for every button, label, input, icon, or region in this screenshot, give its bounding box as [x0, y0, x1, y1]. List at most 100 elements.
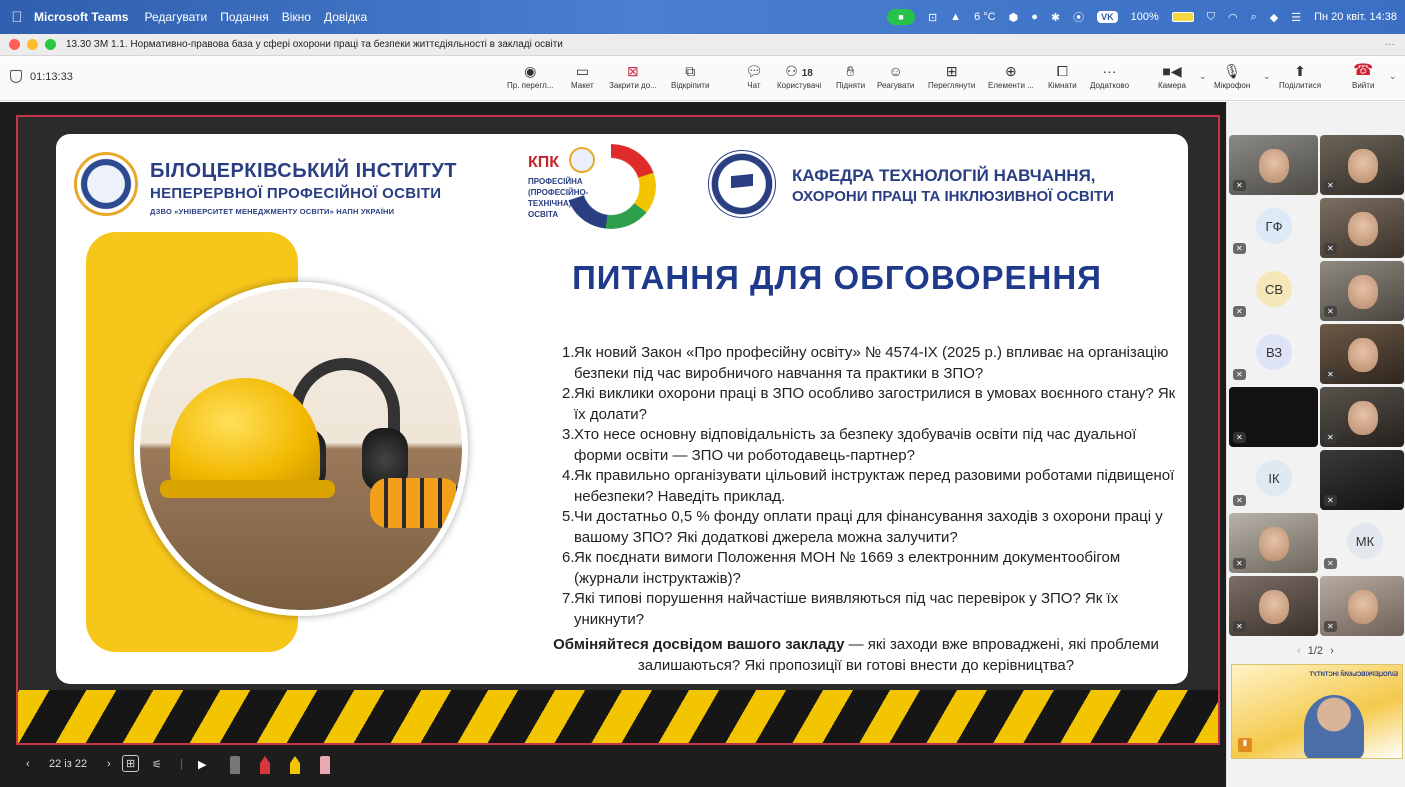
preview-button[interactable]: ◉ Пр. перегл... — [507, 61, 553, 90]
avatar: СВ — [1256, 271, 1292, 307]
close-window-button[interactable] — [9, 39, 20, 50]
weather-icon[interactable]: ▲ — [950, 11, 961, 23]
red-pen-tool-icon[interactable] — [260, 756, 270, 774]
menu-edit[interactable]: Редагувати — [144, 10, 207, 24]
people-count: 18 — [801, 68, 813, 79]
elements-button[interactable]: ⊕ Елементи ... — [988, 61, 1034, 90]
participant-initials-tile[interactable]: ВЗ ✕ — [1229, 324, 1318, 384]
people-icon: ⚇ 18 — [785, 63, 813, 79]
camera-active-icon[interactable]: ■ — [886, 9, 915, 25]
apple-icon[interactable]:  — [0, 9, 34, 26]
slide-counter: 22 із 22 — [49, 758, 88, 770]
popout-icon: ⧉ — [685, 63, 696, 79]
participant-video-tile[interactable]: ✕ — [1229, 513, 1318, 573]
bluetooth-icon[interactable]: ✱ — [1051, 11, 1060, 24]
timer-value: 01:13:33 — [30, 70, 73, 83]
gallery-next-icon[interactable]: › — [1330, 645, 1334, 657]
vpn-icon[interactable]: ⬢ — [1009, 11, 1019, 24]
mirrored-background-text: БІЛОЦЕРКІВСЬКИЙ ІНСТИТУТ — [1309, 672, 1399, 678]
participant-face — [1348, 275, 1378, 309]
gallery-prev-icon[interactable]: ‹ — [1297, 645, 1301, 657]
smiley-icon: ☺ — [888, 63, 903, 79]
question-item: 5. Чи достатньо 0,5 % фонду оплати праці … — [562, 508, 1163, 546]
rooms-button[interactable]: ⧠ Кімнати — [1048, 61, 1077, 90]
mic-muted-icon: ✕ — [1324, 306, 1337, 317]
popout-button[interactable]: ⧉ Відкріпити — [671, 61, 709, 90]
participant-face — [1348, 338, 1378, 372]
participant-initials-tile[interactable]: СВ ✕ — [1229, 261, 1318, 321]
camera-options-chevron-icon[interactable]: ⌄ — [1199, 71, 1207, 82]
question-item: 1. Як новий Закон «Про професійну освіту»… — [562, 344, 1169, 382]
notification-icon[interactable]: ◆ — [1270, 11, 1278, 24]
screen-capture-icon[interactable]: ⊡ — [928, 11, 937, 24]
menu-window[interactable]: Вікно — [282, 10, 311, 24]
more-button[interactable]: ··· Додатково — [1090, 61, 1129, 90]
spotlight-icon[interactable]: ⌕ — [1251, 11, 1257, 24]
self-view-tile[interactable]: БІЛОЦЕРКІВСЬКИЙ ІНСТИТУТ ▮ — [1231, 664, 1403, 759]
ellipsis-icon: ··· — [1102, 63, 1117, 79]
view-button[interactable]: ⊞ Переглянути — [928, 61, 975, 90]
clock[interactable]: Пн 20 квіт. 14:38 — [1314, 11, 1397, 23]
participant-video-tile[interactable]: ✕ — [1229, 135, 1318, 195]
microphone-button[interactable]: 🎙︎ Мікрофон — [1214, 61, 1250, 90]
divider: | — [180, 758, 183, 770]
mic-muted-icon: ✕ — [1233, 495, 1246, 506]
presenter-bar: ‹ 22 із 22 › ⊞ ⚟ | ▶ — [0, 745, 1226, 787]
grid-view-icon[interactable]: ⊞ — [122, 755, 140, 772]
participant-video-tile[interactable]: ✕ — [1320, 324, 1404, 384]
participant-face — [1348, 590, 1378, 624]
participant-video-tile[interactable]: ✕ — [1229, 576, 1318, 636]
wifi-icon[interactable]: ◠ — [1228, 11, 1238, 24]
kpk-title: КПК — [528, 154, 560, 171]
minimize-window-button[interactable] — [27, 39, 38, 50]
mic-options-chevron-icon[interactable]: ⌄ — [1263, 71, 1271, 82]
menu-help[interactable]: Довідка — [324, 10, 367, 24]
zoom-window-button[interactable] — [45, 39, 56, 50]
participant-video-tile[interactable]: ✕ — [1229, 387, 1318, 447]
people-button[interactable]: ⚇ 18 Користувачі — [777, 61, 821, 90]
vpn-shield-icon[interactable]: ⛉ — [1207, 11, 1215, 24]
app-name-menu[interactable]: Microsoft Teams — [34, 10, 128, 24]
menu-view[interactable]: Подання — [220, 10, 268, 24]
settings-sliders-icon[interactable]: ⚟ — [152, 758, 162, 771]
battery-percent[interactable]: 100% — [1131, 11, 1159, 23]
participant-initials-tile[interactable]: МК ✕ — [1320, 513, 1404, 573]
eraser-tool-icon[interactable] — [230, 756, 240, 774]
participant-video-tile[interactable]: ✕ — [1320, 387, 1404, 447]
participant-video-tile[interactable]: ✕ — [1320, 261, 1404, 321]
weather-temp[interactable]: 6 °C — [974, 11, 996, 23]
gallery-page: 1/2 — [1307, 645, 1324, 657]
leave-options-chevron-icon[interactable]: ⌄ — [1389, 71, 1397, 82]
mic-muted-icon: ✕ — [1233, 369, 1246, 380]
layout-button[interactable]: ▭ Макет — [571, 61, 594, 90]
participant-initials-tile[interactable]: ІК ✕ — [1229, 450, 1318, 510]
control-icon[interactable]: ⦿ — [1073, 9, 1084, 25]
mic-muted-icon: ✕ — [1324, 180, 1337, 191]
pink-eraser-tool-icon[interactable] — [320, 756, 330, 774]
pointer-tool-icon[interactable]: ▶ — [198, 758, 206, 771]
mic-muted-icon: ✕ — [1233, 432, 1246, 443]
next-slide-button[interactable]: › — [107, 758, 111, 770]
presentation-slide: БІЛОЦЕРКІВСЬКИЙ ІНСТИТУТ НЕПЕРЕРВНОЇ ПРО… — [16, 115, 1220, 745]
participant-video-tile[interactable]: ✕ — [1320, 576, 1404, 636]
more-icon[interactable]: ··· — [1385, 39, 1395, 50]
camera-button[interactable]: ■◀ Камера — [1158, 61, 1186, 90]
participant-video-tile[interactable]: ✕ — [1320, 198, 1404, 258]
previous-slide-button[interactable]: ‹ — [26, 758, 30, 770]
control-center-icon[interactable]: ☰ — [1291, 11, 1301, 24]
participant-video-tile[interactable]: ✕ — [1320, 135, 1404, 195]
participant-video-tile[interactable]: ✕ — [1320, 450, 1404, 510]
stop-sharing-button[interactable]: ⊠ Закрити до... — [609, 61, 657, 90]
meeting-title: 13.30 ЗМ 1.1. Нормативно-правова база у … — [66, 39, 563, 50]
react-button[interactable]: ☺ Реагувати — [877, 61, 914, 90]
vk-icon[interactable]: VK — [1097, 11, 1118, 23]
meeting-timer: 01:13:33 — [10, 70, 73, 83]
share-icon: ⬆ — [1294, 63, 1306, 79]
leave-button[interactable]: ☎︎ Вийти — [1352, 61, 1374, 90]
raise-hand-button[interactable]: ✋︎ Підняти — [836, 61, 865, 90]
highlighter-tool-icon[interactable] — [290, 756, 300, 774]
participant-initials-tile[interactable]: ГФ ✕ — [1229, 198, 1318, 258]
chat-button[interactable]: 💬︎ Чат — [745, 61, 763, 90]
share-button[interactable]: ⬆ Поділитися — [1279, 61, 1321, 90]
skype-icon[interactable]: ● — [1031, 11, 1038, 23]
